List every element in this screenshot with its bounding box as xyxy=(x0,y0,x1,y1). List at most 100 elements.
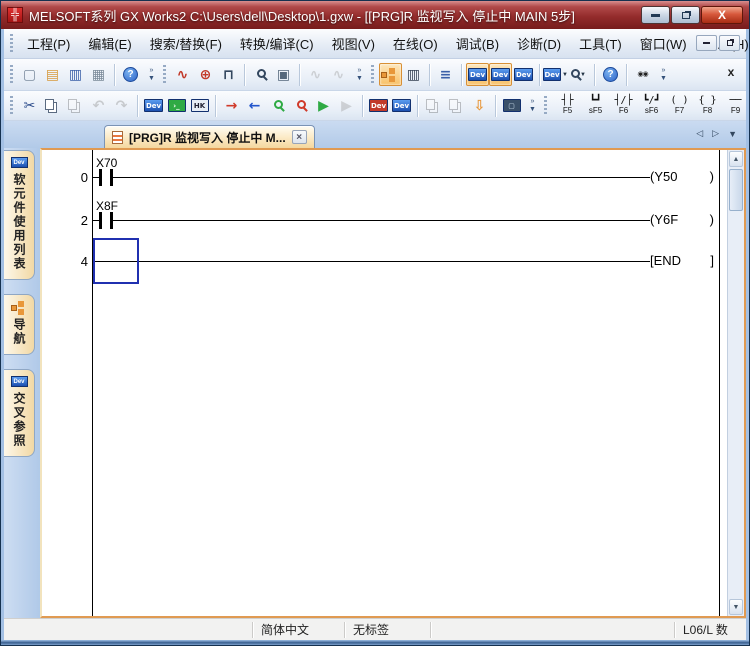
module-configuration-button[interactable]: ▥ xyxy=(402,63,425,86)
cross-reference-icon: Dev xyxy=(11,376,28,387)
new-project-button[interactable]: ▢ xyxy=(18,63,41,86)
menu-find-replace[interactable]: 搜索/替换(F) xyxy=(141,30,231,57)
local-device-monitor-button[interactable]: ▢ xyxy=(500,94,523,117)
scrollbar-thumb[interactable] xyxy=(729,169,743,211)
ladder-cursor[interactable] xyxy=(93,238,139,284)
intelligent-function-monitor-button[interactable]: ›_ xyxy=(165,94,188,117)
menu-project[interactable]: 工程(P) xyxy=(18,30,79,57)
project-window-button[interactable] xyxy=(379,63,402,86)
toolbar-overflow-button[interactable]: »▼ xyxy=(657,62,670,88)
redo-button[interactable]: ↷ xyxy=(110,94,133,117)
mdi-restore-button[interactable] xyxy=(719,35,740,51)
menu-edit[interactable]: 编辑(E) xyxy=(79,30,140,57)
io-system-setting-button[interactable]: HK xyxy=(188,94,211,117)
copy-button[interactable] xyxy=(41,94,64,117)
help-2-button[interactable]: ? xyxy=(599,63,622,86)
sampling-trace-button[interactable]: ∿ xyxy=(327,63,350,86)
toolbar-overflow-button[interactable]: »▼ xyxy=(353,62,366,88)
toolbar-grip[interactable] xyxy=(10,96,13,116)
monitor-ladder-button[interactable] xyxy=(266,94,289,117)
tile-window-button[interactable] xyxy=(445,94,468,117)
menubar-grip[interactable] xyxy=(10,34,13,54)
monitor-start-button[interactable]: ▶ xyxy=(312,94,335,117)
print-button[interactable]: ▦ xyxy=(87,63,110,86)
ladder-symbol-f9-button[interactable]: ──F9 xyxy=(722,93,749,119)
start-watching-button[interactable]: ⊕ xyxy=(194,63,217,86)
tab-scroll-right-button[interactable]: ▷ xyxy=(712,128,719,139)
sidebar-tab-device-usage-list[interactable]: Dev软元件使用列表 xyxy=(4,150,35,280)
monitor-mode-button[interactable]: ▶ xyxy=(335,94,358,117)
menu-view[interactable]: 视图(V) xyxy=(323,30,384,57)
sidebar-tab-cross-reference[interactable]: Dev交叉参照 xyxy=(4,369,35,457)
ladder-symbol-f8-button[interactable]: { }F8 xyxy=(694,93,721,119)
document-tab-close-icon[interactable]: × xyxy=(292,130,307,144)
ladder-editor[interactable]: X70 0 (Y50 ) X8F 2 (Y6F xyxy=(42,150,727,616)
help-button[interactable]: ? xyxy=(119,63,142,86)
open-window-button[interactable] xyxy=(422,94,445,117)
window-title: MELSOFT系列 GX Works2 C:\Users\dell\Deskto… xyxy=(29,6,635,25)
toolbar-overflow-button[interactable]: »▼ xyxy=(526,93,539,119)
menu-diagnostics[interactable]: 诊断(D) xyxy=(508,30,570,57)
ladder-symbol-f5-button[interactable]: ┤├F5 xyxy=(554,93,581,119)
device-search-button[interactable]: ▼ xyxy=(567,63,590,86)
start-monitoring-button[interactable]: ∿ xyxy=(171,63,194,86)
title-bar[interactable]: ╬ MELSOFT系列 GX Works2 C:\Users\dell\Desk… xyxy=(1,1,749,29)
vertical-scrollbar[interactable]: ▲ ▼ xyxy=(727,150,744,616)
ladder-symbol-sf6-button[interactable]: ┗/┛sF6 xyxy=(638,93,665,119)
right-power-rail xyxy=(719,150,720,616)
menu-debug[interactable]: 调试(B) xyxy=(447,30,508,57)
toolbar-grip[interactable] xyxy=(10,65,13,85)
write-to-plc-button[interactable]: → xyxy=(220,94,243,117)
device-find-button[interactable]: Dev xyxy=(466,63,489,86)
contact-x70[interactable] xyxy=(99,169,113,186)
entry-ladder-monitor-button[interactable]: ⊓ xyxy=(217,63,240,86)
document-tab-main[interactable]: [PRG]R 监视写入 停止中 M... × xyxy=(104,125,315,148)
mdi-minimize-button[interactable] xyxy=(696,35,717,51)
device-display-button[interactable]: Dev▼ xyxy=(544,63,567,86)
instruction-end[interactable]: [END ] xyxy=(650,254,714,268)
cascade-window-button[interactable]: ⇩ xyxy=(468,94,491,117)
cut-button[interactable]: ✂ xyxy=(18,94,41,117)
device-comment-button[interactable]: Dev xyxy=(489,63,512,86)
ladder-toolbar-grip[interactable] xyxy=(544,96,547,116)
device-test-search-button[interactable] xyxy=(249,63,272,86)
ladder-symbol-f6-button[interactable]: ┤/├F6 xyxy=(610,93,637,119)
coil-y6f[interactable]: (Y6F ) xyxy=(650,213,714,227)
paste-button[interactable] xyxy=(64,94,87,117)
contact-label: X70 xyxy=(96,156,117,170)
find-binoculars-button[interactable]: ◉◉ xyxy=(631,63,654,86)
toolbar-grip[interactable] xyxy=(163,65,166,85)
close-button[interactable]: X xyxy=(701,6,743,24)
read-from-plc-button[interactable]: ← xyxy=(243,94,266,117)
device-batch-button[interactable]: Dev xyxy=(512,63,535,86)
minimize-button[interactable] xyxy=(641,6,670,24)
undo-button[interactable]: ↶ xyxy=(87,94,110,117)
scroll-down-icon[interactable]: ▼ xyxy=(729,599,743,615)
list-view-button[interactable]: ≡ xyxy=(434,63,457,86)
menu-convert-compile[interactable]: 转换/编译(C) xyxy=(231,30,323,57)
ladder-symbol-f7-button[interactable]: ( )F7 xyxy=(666,93,693,119)
tab-scroll-left-button[interactable]: ◁ xyxy=(696,128,703,139)
device-monitor-2-button[interactable]: Dev xyxy=(390,94,413,117)
device-monitor-1-button[interactable]: Dev xyxy=(367,94,390,117)
toolbar-overflow-button[interactable]: »▼ xyxy=(145,62,158,88)
menu-window[interactable]: 窗口(W) xyxy=(631,30,696,57)
tab-list-button[interactable]: ▼ xyxy=(728,129,737,139)
scan-time-button[interactable]: ∿ xyxy=(304,63,327,86)
coil-y50[interactable]: (Y50 ) xyxy=(650,170,714,184)
toolbar-grip[interactable] xyxy=(371,65,374,85)
device-test-button[interactable]: Dev xyxy=(142,94,165,117)
scroll-up-icon[interactable]: ▲ xyxy=(729,151,743,167)
ladder-symbol-sf5-button[interactable]: ┗┛sF5 xyxy=(582,93,609,119)
contact-x8f[interactable] xyxy=(99,212,113,229)
snapshot-button[interactable]: ▣ xyxy=(272,63,295,86)
menu-online[interactable]: 在线(O) xyxy=(384,30,447,57)
scrollbar-track[interactable] xyxy=(728,212,744,598)
restore-button[interactable] xyxy=(671,6,700,24)
save-project-button[interactable]: ▥ xyxy=(64,63,87,86)
mdi-close-button[interactable]: x xyxy=(723,64,739,79)
sidebar-tab-navigation[interactable]: 导航 xyxy=(4,294,35,355)
open-project-button[interactable]: ▤ xyxy=(41,63,64,86)
menu-tool[interactable]: 工具(T) xyxy=(570,30,631,57)
monitor-stop-button[interactable] xyxy=(289,94,312,117)
